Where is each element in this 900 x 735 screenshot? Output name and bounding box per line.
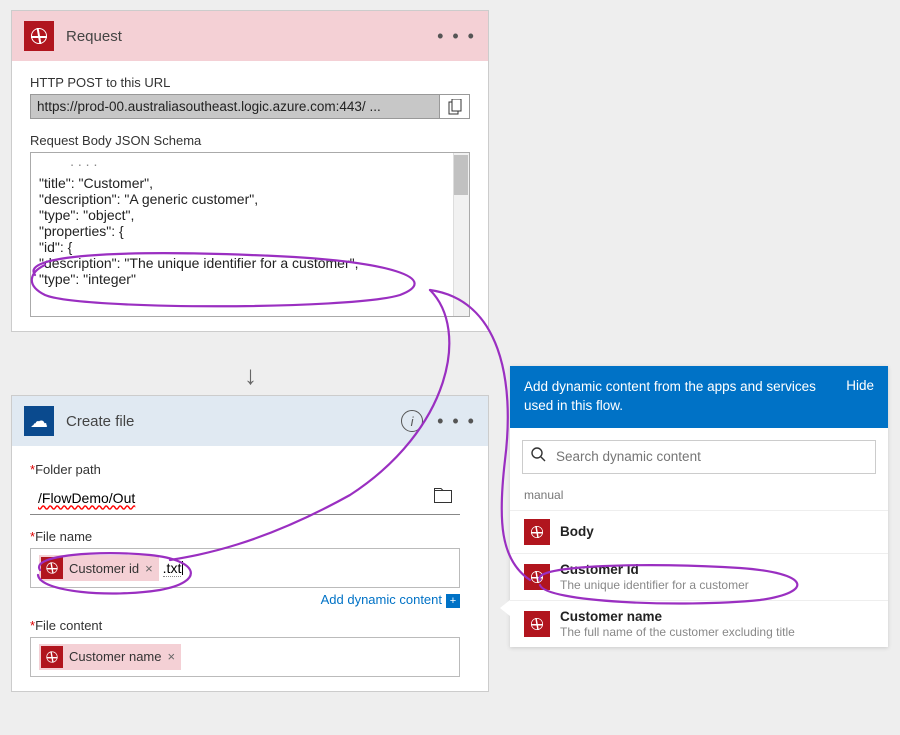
text-caret bbox=[182, 561, 183, 575]
search-input[interactable] bbox=[522, 440, 876, 474]
item-http-icon bbox=[524, 611, 550, 637]
panel-header: Add dynamic content from the apps and se… bbox=[510, 366, 888, 428]
file-name-token[interactable]: Customer id × bbox=[39, 555, 159, 581]
remove-token-button-2[interactable]: × bbox=[167, 649, 175, 664]
create-file-menu-button[interactable]: • • • bbox=[437, 411, 476, 432]
url-input[interactable]: https://prod-00.australiasoutheast.logic… bbox=[30, 94, 440, 119]
request-menu-button[interactable]: • • • bbox=[437, 26, 476, 47]
schema-label: Request Body JSON Schema bbox=[30, 133, 470, 148]
token-http-icon-2 bbox=[41, 646, 63, 668]
search-icon bbox=[531, 447, 546, 467]
hide-link[interactable]: Hide bbox=[846, 378, 874, 416]
add-dynamic-content-link[interactable]: Add dynamic content+ bbox=[30, 592, 460, 608]
folder-path-input[interactable]: /FlowDemo/Out bbox=[30, 481, 460, 515]
create-file-title: Create file bbox=[66, 413, 401, 430]
file-name-label: File name bbox=[35, 529, 92, 544]
folder-picker-icon[interactable] bbox=[434, 488, 452, 508]
dynamic-item-body[interactable]: Body bbox=[510, 510, 888, 553]
create-file-card: ☁ Create file i • • • *Folder path /Flow… bbox=[11, 395, 489, 692]
copy-icon bbox=[448, 99, 462, 115]
dynamic-item-customer-id[interactable]: Customer Id The unique identifier for a … bbox=[510, 553, 888, 600]
schema-scrollbar[interactable] bbox=[453, 153, 469, 316]
request-body: HTTP POST to this URL https://prod-00.au… bbox=[12, 61, 488, 331]
group-label: manual bbox=[510, 478, 888, 510]
panel-pointer bbox=[500, 600, 510, 616]
http-icon bbox=[24, 21, 54, 51]
item-http-icon bbox=[524, 564, 550, 590]
onedrive-icon: ☁ bbox=[24, 406, 54, 436]
folder-path-label: Folder path bbox=[35, 462, 101, 477]
file-content-input[interactable]: Customer name × bbox=[30, 637, 460, 677]
request-title: Request bbox=[66, 28, 437, 45]
create-file-header[interactable]: ☁ Create file i • • • bbox=[12, 396, 488, 446]
info-icon[interactable]: i bbox=[401, 410, 423, 432]
remove-token-button[interactable]: × bbox=[145, 561, 153, 576]
file-content-label: File content bbox=[35, 618, 102, 633]
item-http-icon bbox=[524, 519, 550, 545]
copy-url-button[interactable] bbox=[440, 94, 470, 119]
file-content-token[interactable]: Customer name × bbox=[39, 644, 181, 670]
schema-textarea[interactable]: . . . . "title": "Customer", "descriptio… bbox=[30, 152, 470, 317]
dynamic-content-panel: Add dynamic content from the apps and se… bbox=[510, 366, 888, 647]
request-card-header[interactable]: Request • • • bbox=[12, 11, 488, 61]
token-http-icon bbox=[41, 557, 63, 579]
dynamic-item-customer-name[interactable]: Customer name The full name of the custo… bbox=[510, 600, 888, 647]
flow-arrow-icon: ↓ bbox=[244, 360, 257, 391]
file-name-input[interactable]: Customer id × .txt bbox=[30, 548, 460, 588]
url-label: HTTP POST to this URL bbox=[30, 75, 470, 90]
request-card: Request • • • HTTP POST to this URL http… bbox=[11, 10, 489, 332]
search-field[interactable] bbox=[554, 448, 867, 465]
